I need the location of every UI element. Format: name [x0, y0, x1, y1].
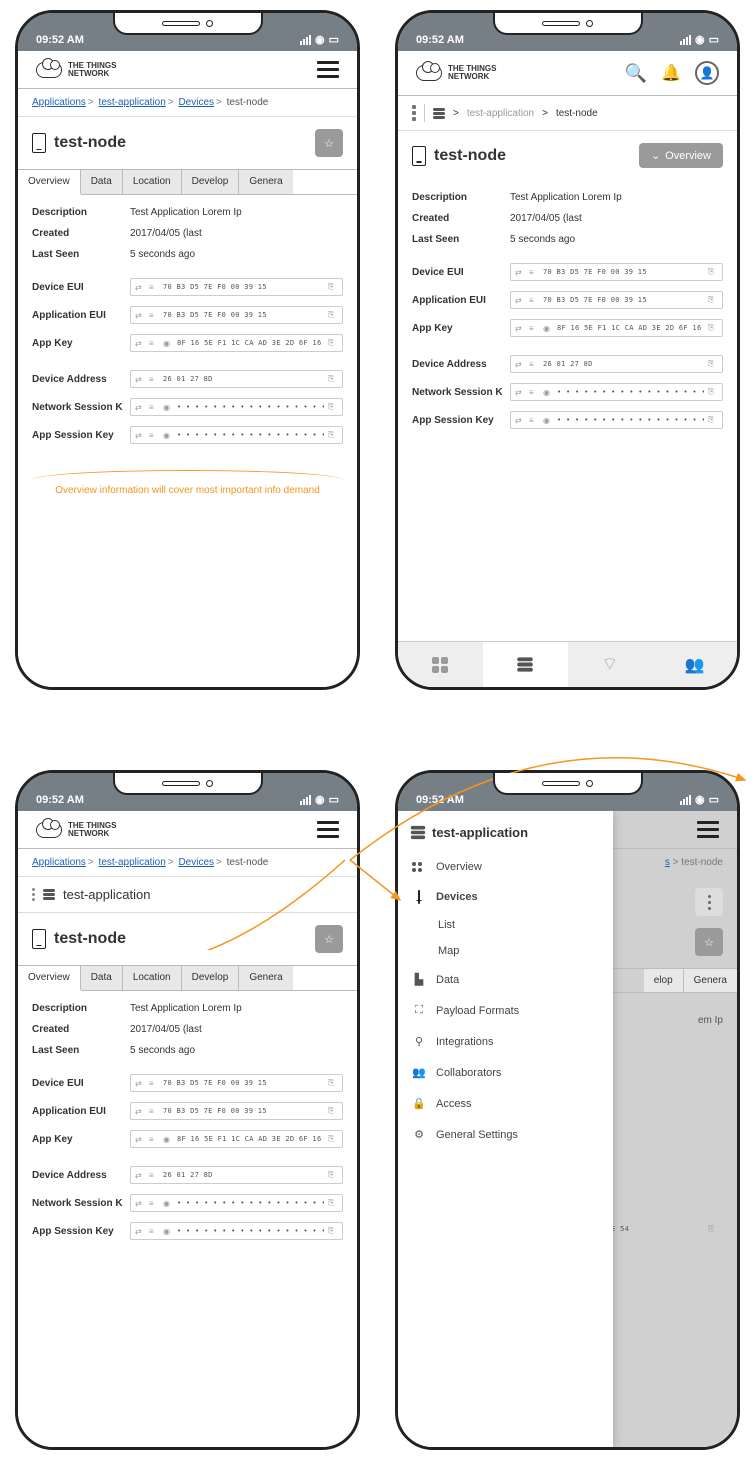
page-title: test-node: [54, 930, 126, 948]
menu-payload[interactable]: ⛶ Payload Formats: [398, 995, 613, 1026]
hamburger-icon[interactable]: [697, 821, 719, 838]
more-vertical-icon[interactable]: [32, 888, 35, 901]
database-icon: [433, 108, 445, 119]
device-icon: [32, 133, 46, 153]
breadcrumb: Applications> test-application> Devices>…: [18, 849, 357, 877]
status-time: 09:52 AM: [36, 34, 84, 46]
wifi-icon: ◉: [695, 33, 705, 46]
wifi-icon: ◉: [315, 33, 325, 46]
signal-icon: [300, 35, 311, 45]
bc-app[interactable]: test-application: [99, 97, 166, 108]
nwk-skey-field[interactable]: ⇄≡◉• • • • • • • • • • • • • • • • • • •…: [130, 398, 343, 416]
overview-dropdown[interactable]: ⌄ Overview: [639, 143, 723, 168]
database-icon: [411, 826, 425, 839]
logo[interactable]: THE THINGSNETWORK: [36, 822, 116, 838]
sub-header[interactable]: test-application: [18, 877, 357, 913]
wifi-icon: ◉: [695, 793, 705, 806]
menu-access[interactable]: 🔒 Access: [398, 1088, 613, 1119]
app-eui-field[interactable]: ⇄≡70 B3 D5 7E F0 00 39 15⎘: [130, 306, 343, 324]
breadcrumb: Applications> test-application> Devices>…: [18, 89, 357, 117]
hamburger-icon[interactable]: [317, 821, 339, 838]
tab-data[interactable]: Data: [81, 170, 123, 194]
app-skey-field[interactable]: ⇄≡◉• • • • • • • • • • • • • • • • • • •…: [130, 426, 343, 444]
breadcrumb-compact: > test-application > test-node: [398, 96, 737, 131]
cloud-icon: [416, 65, 442, 81]
database-icon: [43, 889, 55, 900]
cloud-icon: [36, 822, 62, 838]
page-title: test-node: [54, 134, 126, 152]
nav-drawer: test-application Overview Devices List M…: [398, 811, 613, 1447]
app-key-field[interactable]: ⇄≡◉8F 16 5E F1 1C CA AD 3E 2D 6F 16 B0 E…: [130, 334, 343, 352]
page-title: test-node: [434, 147, 506, 165]
annotation-text: Overview information will cover most imp…: [18, 480, 357, 497]
tab-overview[interactable]: Overview: [18, 170, 81, 195]
menu-devices-map[interactable]: Map: [398, 938, 613, 964]
tab-develop[interactable]: Develop: [182, 170, 240, 194]
tab-location[interactable]: Location: [123, 170, 182, 194]
menu-devices-list[interactable]: List: [398, 912, 613, 938]
dev-addr-field[interactable]: ⇄≡26 01 27 8D⎘: [130, 370, 343, 388]
nav-grid[interactable]: [398, 642, 483, 687]
chart-icon: ▙: [412, 973, 426, 986]
menu-settings[interactable]: ⚙ General Settings: [398, 1119, 613, 1150]
battery-icon: ▭: [329, 793, 339, 806]
favorite-button[interactable]: ☆: [695, 928, 723, 956]
more-icon[interactable]: [695, 888, 723, 916]
bc-devices[interactable]: Devices: [178, 97, 214, 108]
logo[interactable]: THE THINGSNETWORK: [36, 62, 116, 78]
bottom-nav: ⌔ 👥: [398, 641, 737, 687]
menu-devices[interactable]: Devices: [398, 882, 613, 912]
signal-icon: [680, 795, 691, 805]
crop-icon: ⛶: [412, 1004, 426, 1017]
link-icon: ⚲: [412, 1035, 426, 1048]
menu-data[interactable]: ▙ Data: [398, 964, 613, 995]
menu-integrations[interactable]: ⚲ Integrations: [398, 1026, 613, 1057]
chevron-down-icon: ⌄: [651, 149, 660, 162]
menu-collaborators[interactable]: 👥 Collaborators: [398, 1057, 613, 1088]
nav-users[interactable]: 👥: [652, 642, 737, 687]
bell-icon[interactable]: 🔔: [661, 63, 681, 83]
battery-icon: ▭: [329, 33, 339, 46]
lock-icon: 🔒: [412, 1097, 426, 1110]
logo[interactable]: THE THINGSNETWORK: [416, 65, 496, 81]
battery-icon: ▭: [709, 793, 719, 806]
users-icon: 👥: [412, 1066, 426, 1079]
battery-icon: ▭: [709, 33, 719, 46]
device-eui-field[interactable]: ⇄≡70 B3 D5 7E F0 00 39 15⎘: [130, 278, 343, 296]
favorite-button[interactable]: ☆: [315, 925, 343, 953]
annotation-brace: [32, 470, 343, 480]
search-icon[interactable]: 🔍: [625, 63, 647, 84]
bc-current: test-node: [227, 97, 269, 108]
hamburger-icon[interactable]: [317, 61, 339, 78]
nav-wifi[interactable]: ⌔: [568, 642, 653, 687]
menu-overview[interactable]: Overview: [398, 852, 613, 882]
device-icon: [32, 929, 46, 949]
signal-icon: [680, 35, 691, 45]
favorite-button[interactable]: ☆: [315, 129, 343, 157]
more-icon[interactable]: [412, 105, 416, 121]
signal-icon: [300, 795, 311, 805]
nav-database[interactable]: [483, 642, 568, 687]
profile-icon[interactable]: 👤: [695, 61, 719, 85]
bc-applications[interactable]: Applications: [32, 97, 86, 108]
device-icon: [412, 146, 426, 166]
wifi-icon: ◉: [315, 793, 325, 806]
tab-general[interactable]: Genera: [239, 170, 292, 194]
tabs: Overview Data Location Develop Genera: [18, 169, 357, 195]
cloud-icon: [36, 62, 62, 78]
gear-icon: ⚙: [412, 1128, 426, 1141]
